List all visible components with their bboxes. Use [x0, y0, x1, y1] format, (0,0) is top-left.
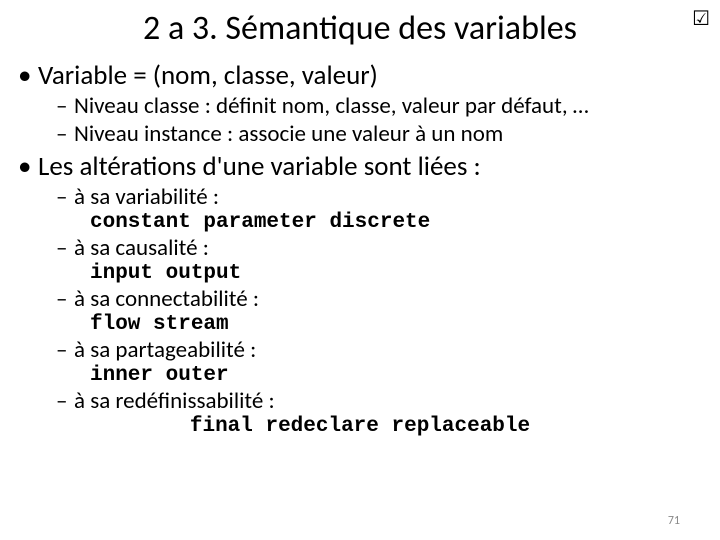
dash-icon: – [56, 92, 74, 120]
subbullet-text: à sa connectabilité : [74, 285, 259, 313]
dash-icon: – [56, 234, 74, 262]
subbullet-partageabilite: –à sa partageabilité : [56, 336, 702, 364]
code-causalite: input output [90, 262, 702, 285]
slide-title: 2 a 3. Sémantique des variables [0, 0, 720, 57]
dash-icon: – [56, 183, 74, 211]
dash-icon: – [56, 285, 74, 313]
bullet-dot-icon: • [18, 59, 38, 92]
subbullet-redefinissabilite: –à sa redéfinissabilité : [56, 387, 702, 415]
subbullet-text: à sa redéfinissabilité : [74, 387, 275, 415]
dash-icon: – [56, 387, 74, 415]
subbullet-text: Niveau classe : définit nom, classe, val… [74, 92, 589, 120]
subbullet-causalite: –à sa causalité : [56, 234, 702, 262]
code-partageabilite: inner outer [90, 364, 702, 387]
subbullet-variabilite: –à sa variabilité : [56, 183, 702, 211]
code-redefinissabilite: final redeclare replaceable [18, 415, 702, 438]
bullet-dot-icon: • [18, 150, 38, 183]
bullet-variable-def: •Variable = (nom, classe, valeur) [18, 59, 702, 92]
bullet-text: Les altérations d'une variable sont liée… [38, 150, 481, 183]
subbullet-text: à sa causalité : [74, 234, 209, 262]
subbullet-text: à sa partageabilité : [74, 336, 256, 364]
subbullet-connectabilite: –à sa connectabilité : [56, 285, 702, 313]
subbullet-niveau-classe: –Niveau classe : définit nom, classe, va… [56, 92, 702, 120]
code-variabilite: constant parameter discrete [90, 211, 702, 234]
bullet-text: Variable = (nom, classe, valeur) [38, 59, 378, 92]
slide-body: •Variable = (nom, classe, valeur) –Nivea… [0, 59, 720, 438]
page-number: 71 [668, 514, 680, 528]
subbullet-text: à sa variabilité : [74, 183, 219, 211]
slide: ☑ 2 a 3. Sémantique des variables •Varia… [0, 0, 720, 540]
checkmark-icon: ☑ [692, 6, 710, 31]
subbullet-text: Niveau instance : associe une valeur à u… [74, 120, 503, 148]
dash-icon: – [56, 120, 74, 148]
dash-icon: – [56, 336, 74, 364]
code-connectabilite: flow stream [90, 313, 702, 336]
subbullet-niveau-instance: –Niveau instance : associe une valeur à … [56, 120, 702, 148]
bullet-alterations: •Les altérations d'une variable sont lié… [18, 150, 702, 183]
